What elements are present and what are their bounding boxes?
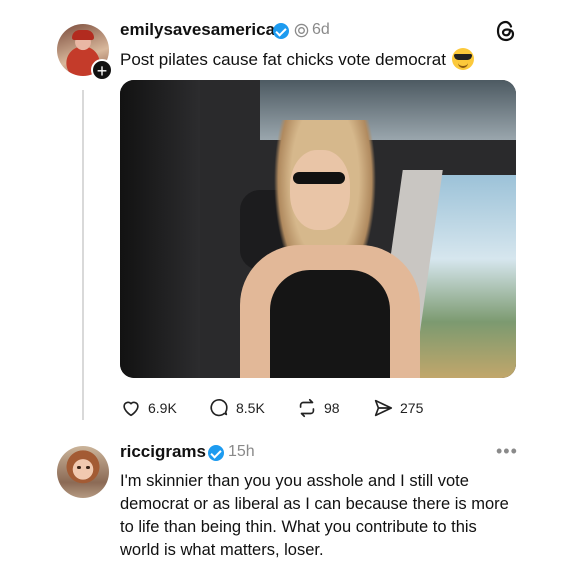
threads-logo-icon[interactable] [494, 19, 518, 43]
sunglasses-emoji-icon [452, 48, 474, 70]
share-button[interactable]: 275 [372, 396, 423, 420]
verified-badge-icon [208, 445, 224, 461]
follow-plus-icon[interactable]: + [91, 59, 113, 81]
thread-connector-line [82, 90, 84, 420]
post-action-bar: 6.9K 8.5K 98 275 [120, 396, 450, 420]
heart-icon [123, 401, 139, 417]
repost-button[interactable]: 98 [296, 396, 340, 420]
comment-button[interactable]: 8.5K [208, 396, 265, 420]
reply-body-text: I'm skinnier than you you asshole and I … [120, 472, 509, 559]
send-icon [374, 399, 393, 417]
like-button[interactable]: 6.9K [120, 396, 177, 420]
post-username[interactable]: emilysavesamerica [120, 20, 275, 40]
post-body-text: Post pilates cause fat chicks vote democ… [120, 50, 446, 69]
more-options-icon[interactable]: ••• [496, 442, 518, 460]
reposted-icon [294, 23, 309, 38]
comment-icon [210, 399, 228, 417]
repost-icon [299, 398, 315, 418]
reply-author-avatar[interactable] [57, 446, 109, 498]
post-photo[interactable] [120, 80, 516, 378]
comment-count: 8.5K [236, 400, 265, 416]
verified-badge-icon [273, 23, 289, 39]
post-timestamp: 6d [312, 21, 330, 38]
reply-timestamp: 15h [228, 443, 255, 460]
reply-username[interactable]: riccigrams [120, 442, 206, 462]
share-count: 275 [400, 400, 424, 416]
repost-count: 98 [324, 400, 340, 416]
like-count: 6.9K [148, 400, 177, 416]
